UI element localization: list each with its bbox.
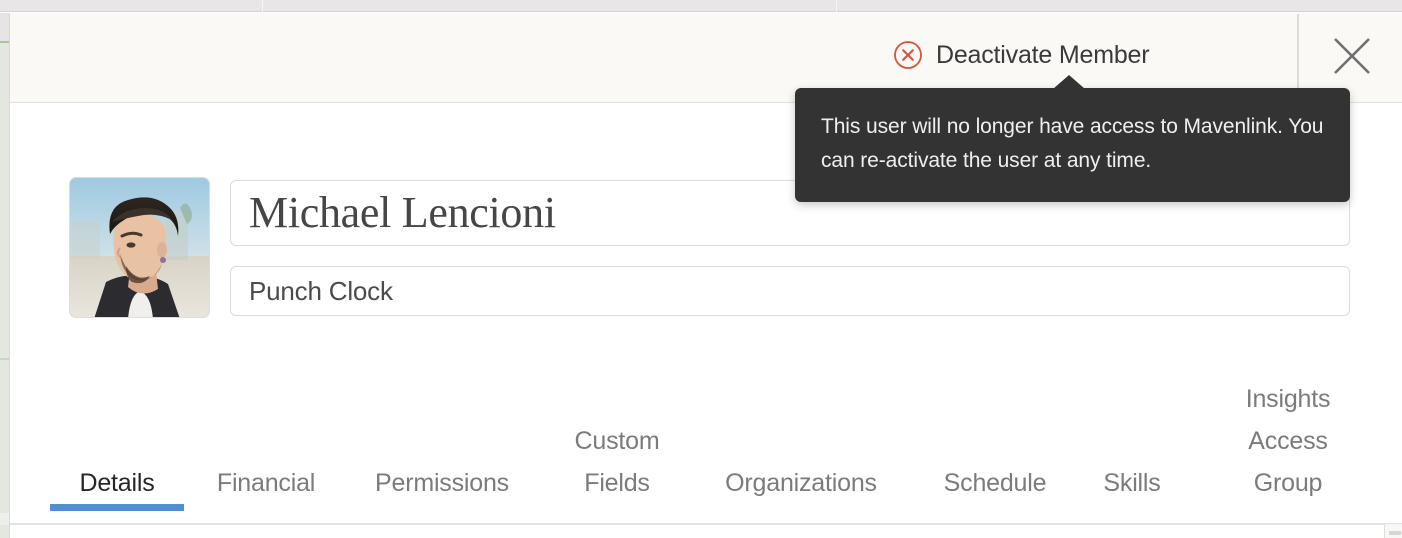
close-icon <box>1329 33 1375 79</box>
close-modal-button[interactable] <box>1329 33 1375 79</box>
tab-skills[interactable]: Skills <box>1082 462 1182 504</box>
browser-chrome-strip <box>0 0 1402 12</box>
tab-details[interactable]: Details <box>50 462 184 504</box>
member-name-value: Michael Lencioni <box>249 191 556 235</box>
member-profile-modal: Deactivate Member This user will no long… <box>0 0 1402 538</box>
chrome-divider-1 <box>262 0 263 12</box>
left-rail-segment-accent <box>0 41 9 43</box>
tabbar-bottom-border <box>10 523 1402 525</box>
tab-organizations[interactable]: Organizations <box>700 462 902 504</box>
member-title-input[interactable]: Punch Clock <box>230 266 1350 316</box>
tab-financial[interactable]: Financial <box>196 462 336 504</box>
corner-chip-detail <box>1389 531 1401 535</box>
tooltip-text: This user will no longer have access to … <box>821 110 1324 178</box>
left-rail-segment-bottom <box>0 513 9 525</box>
tab-permissions[interactable]: Permissions <box>352 462 532 504</box>
profile-tabbar: Details Financial Permissions Custom Fie… <box>10 380 1402 522</box>
avatar <box>69 177 210 318</box>
active-tab-underline <box>50 504 184 511</box>
chrome-divider-2 <box>836 0 837 12</box>
tab-custom-fields[interactable]: Custom Fields <box>550 420 684 504</box>
left-rail-segment-top <box>0 13 9 41</box>
deactivate-member-label: Deactivate Member <box>936 40 1149 70</box>
member-title-value: Punch Clock <box>249 278 393 304</box>
left-rail-strip <box>0 13 9 538</box>
bottom-right-corner-chip <box>1384 524 1402 538</box>
tooltip-arrow <box>1053 75 1085 89</box>
tab-schedule[interactable]: Schedule <box>922 462 1068 504</box>
avatar-photo <box>70 178 210 318</box>
deactivate-member-button[interactable]: Deactivate Member <box>893 40 1149 70</box>
deactivate-tooltip: This user will no longer have access to … <box>795 88 1350 202</box>
tab-insights-access-group[interactable]: Insights Access Group <box>1210 378 1366 504</box>
left-rail-segment-mid <box>0 358 9 360</box>
circle-x-icon <box>893 40 923 70</box>
